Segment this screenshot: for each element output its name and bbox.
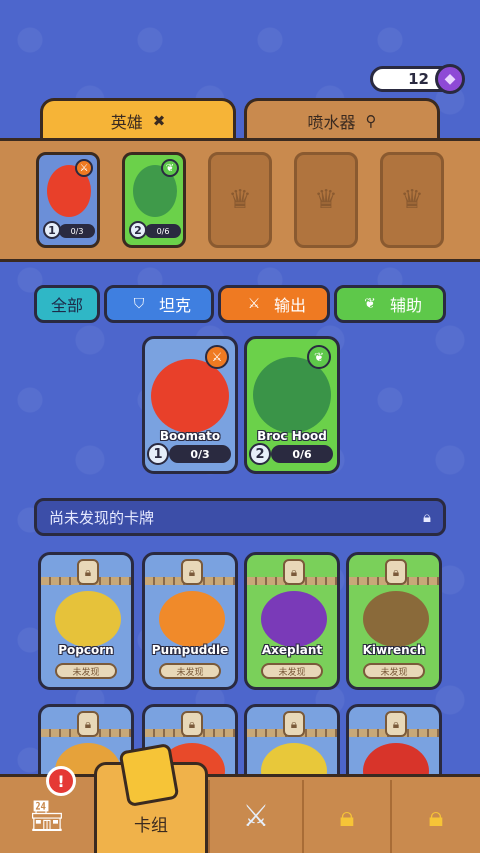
locked-card-kiwrench[interactable]: 🔒︎ Kiwrench 未发现 [346, 552, 442, 690]
locked-cards-title: 尚未发现的卡牌 [49, 508, 155, 527]
nav-deck-label: 卡组 [134, 816, 168, 836]
gem-icon: ◆ [435, 64, 465, 94]
lock-icon: 🔒︎ [385, 711, 407, 737]
tab-sprinkler-label: 喷水器 [307, 112, 356, 132]
lock-icon: 🔒︎ [77, 711, 99, 737]
card-level: 1 [147, 443, 169, 465]
shield-icon: ⛉ [133, 296, 145, 312]
team-progress: 0/3 [59, 224, 95, 238]
filter-dps-label: 输出 [273, 296, 306, 315]
crown-icon: ♛ [314, 185, 338, 215]
team-slot-empty[interactable]: ♛ [294, 152, 358, 248]
sprinkler-icon: ⚲ [365, 111, 377, 130]
support-badge-icon: ❦ [307, 345, 331, 369]
locked-card-axeplant[interactable]: 🔒︎ Axeplant 未发现 [244, 552, 340, 690]
card-name: Pumpuddle [151, 643, 229, 657]
axeplant-art [261, 591, 327, 647]
boomato-art [151, 359, 229, 433]
cards-icon [118, 742, 180, 808]
deck-card-boomato[interactable]: ⚔ Boomato 1 0/3 [142, 336, 238, 474]
filter-tank[interactable]: ⛉ 坦克 [104, 285, 214, 323]
card-level: 2 [249, 443, 271, 465]
filter-dps[interactable]: ⚔ 输出 [218, 285, 330, 323]
locked-card-popcorn[interactable]: 🔒︎ Popcorn 未发现 [38, 552, 134, 690]
card-status: 未发现 [159, 663, 221, 679]
nav-locked-2[interactable]: 🔒︎ [390, 780, 480, 853]
dps-badge-icon: ⚔ [75, 159, 93, 177]
team-progress: 0/6 [145, 224, 181, 238]
team-slot-empty[interactable]: ♛ [208, 152, 272, 248]
crown-icon: ♛ [228, 185, 252, 215]
nav-shop[interactable]: 🏪︎ [0, 780, 94, 853]
locked-cards-header: 尚未发现的卡牌 🔒︎ [34, 498, 446, 536]
card-name: Popcorn [58, 643, 114, 657]
team-slot-empty[interactable]: ♛ [380, 152, 444, 248]
team-slot-broc-hood[interactable]: ❦ 2 0/6 [122, 152, 186, 248]
sword-icon: ⚔ [247, 296, 261, 312]
filter-tank-label: 坦克 [158, 296, 191, 315]
tab-heroes-label: 英雄 [110, 112, 143, 132]
card-name: Boomato [159, 429, 221, 443]
locked-card-pumpuddle[interactable]: 🔒︎ Pumpuddle 未发现 [142, 552, 238, 690]
kiwrench-art [363, 591, 429, 647]
lock-icon: 🔒︎ [77, 559, 99, 585]
nav-deck[interactable]: 卡组 [94, 742, 208, 853]
gem-amount: 12 [408, 70, 429, 88]
tab-sprinkler[interactable]: 喷水器 ⚲ [244, 98, 440, 140]
lock-icon: 🔒︎ [283, 559, 305, 585]
lock-icon: 🔒︎ [181, 711, 203, 737]
tab-heroes[interactable]: 英雄 ✖ [40, 98, 236, 140]
card-name: Axeplant [261, 643, 323, 657]
filter-support[interactable]: ❦ 辅助 [334, 285, 446, 323]
card-status: 未发现 [261, 663, 323, 679]
card-status: 未发现 [363, 663, 425, 679]
nav-battle[interactable]: ⚔ [208, 780, 302, 853]
pumpuddle-art [159, 591, 225, 647]
crossed-swords-icon: ✖ [152, 111, 166, 130]
team-slot-boomato[interactable]: ⚔ 1 0/3 [36, 152, 100, 248]
alert-badge: ! [46, 766, 76, 796]
support-badge-icon: ❦ [161, 159, 179, 177]
padlock-icon: 🔒︎ [428, 799, 444, 833]
card-progress: 0/3 [169, 445, 231, 463]
lock-icon: 🔒︎ [423, 508, 431, 526]
card-status: 未发现 [55, 663, 117, 679]
card-progress: 0/6 [271, 445, 333, 463]
leaf-icon: ❦ [364, 296, 376, 312]
filter-all[interactable]: 全部 [34, 285, 100, 323]
deck-card-broc-hood[interactable]: ❦ Broc Hood 2 0/6 [244, 336, 340, 474]
lock-icon: 🔒︎ [181, 559, 203, 585]
lock-icon: 🔒︎ [283, 711, 305, 737]
gem-counter[interactable]: 12 ◆ [370, 64, 465, 94]
crossed-swords-icon: ⚔ [242, 799, 270, 834]
filter-all-label: 全部 [50, 296, 83, 315]
popcorn-art [55, 591, 121, 647]
dps-badge-icon: ⚔ [205, 345, 229, 369]
card-name: Kiwrench [362, 643, 426, 657]
card-name: Broc Hood [257, 429, 327, 443]
padlock-icon: 🔒︎ [339, 799, 355, 833]
shop-icon: 🏪︎ [27, 799, 67, 834]
crown-icon: ♛ [400, 185, 424, 215]
filter-support-label: 辅助 [389, 296, 422, 315]
lock-icon: 🔒︎ [385, 559, 407, 585]
nav-locked-1[interactable]: 🔒︎ [302, 780, 390, 853]
